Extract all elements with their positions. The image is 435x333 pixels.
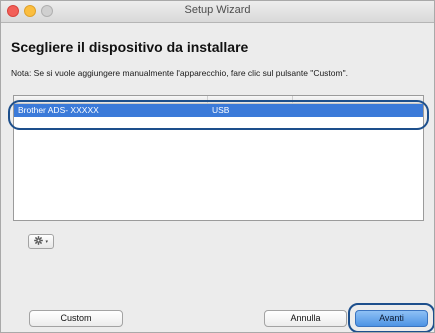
instruction-note: Nota: Se si vuole aggiungere manualmente… xyxy=(11,68,348,78)
setup-wizard-window: Setup Wizard Scegliere il dispositivo da… xyxy=(0,0,435,333)
cancel-button[interactable]: Annulla xyxy=(264,310,347,327)
custom-button[interactable]: Custom xyxy=(29,310,123,327)
title-bar[interactable]: Setup Wizard xyxy=(1,1,434,23)
next-button-callout xyxy=(348,303,434,332)
page-title: Scegliere il dispositivo da installare xyxy=(11,39,249,55)
chevron-down-icon: ▾ xyxy=(45,239,49,245)
gear-icon xyxy=(34,236,43,245)
window-title: Setup Wizard xyxy=(184,4,251,16)
action-menu-button[interactable]: ▾ xyxy=(28,234,54,249)
device-row-callout xyxy=(8,100,429,130)
